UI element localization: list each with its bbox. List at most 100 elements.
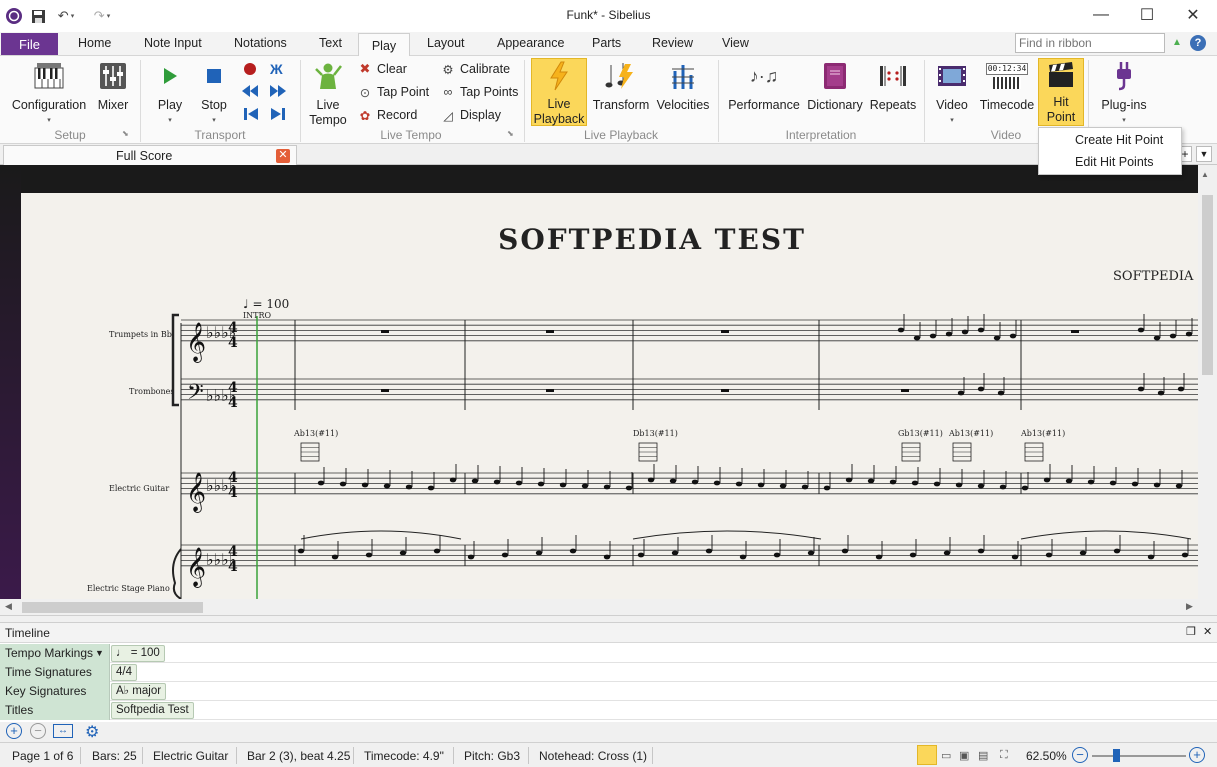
tab-home[interactable]: Home: [78, 36, 111, 50]
timeline-row[interactable]: Titles Softpedia Test: [0, 701, 1217, 720]
performance-button[interactable]: ♪·♫ Performance: [728, 60, 800, 113]
timecode-button[interactable]: 00:12:34 Timecode: [977, 60, 1037, 113]
settings-gear-icon[interactable]: ⚙: [85, 722, 99, 742]
view-mode-icon[interactable]: ▤: [978, 749, 988, 762]
vertical-scrollbar[interactable]: ▲: [1198, 165, 1217, 599]
notehead: [625, 485, 633, 491]
rehearsal-mark[interactable]: INTRO: [243, 311, 271, 320]
tab-layout[interactable]: Layout: [427, 36, 465, 50]
flexi-time-icon[interactable]: Ж: [270, 61, 283, 77]
tab-file[interactable]: File: [1, 33, 58, 55]
notehead: [691, 479, 699, 485]
transform-button[interactable]: Transform: [592, 60, 650, 113]
create-hit-point-menu-item[interactable]: Create Hit Point: [1075, 133, 1163, 147]
horizontal-scrollbar[interactable]: ◀ ▶: [0, 599, 1217, 616]
restore-panel-icon[interactable]: ❐: [1186, 625, 1196, 638]
timeline-chip[interactable]: ♩ = 100: [111, 645, 165, 662]
zoom-in-icon[interactable]: +: [6, 723, 22, 739]
timeline-chip[interactable]: 4/4: [111, 664, 137, 681]
tab-appearance[interactable]: Appearance: [497, 36, 564, 50]
notehead: [875, 554, 883, 560]
live-playback-button[interactable]: Live Playback: [531, 58, 587, 126]
notehead: [713, 480, 721, 486]
tap-point-button[interactable]: ⊙ Tap Point: [357, 83, 429, 101]
display-button[interactable]: ◿ Display: [440, 106, 501, 124]
svg-text:𝄞: 𝄞: [186, 472, 206, 513]
calibrate-button[interactable]: ⚙ Calibrate: [440, 60, 510, 78]
timeline-chip[interactable]: A♭ major: [111, 683, 167, 700]
mixer-button[interactable]: Mixer: [94, 60, 132, 113]
tab-full-score[interactable]: Full Score ✕: [3, 145, 297, 165]
zoom-in-icon[interactable]: +: [1189, 747, 1205, 763]
timeline-row[interactable]: Time Signatures 4/4: [0, 663, 1217, 682]
clear-button[interactable]: ✖ Clear: [357, 60, 407, 78]
fit-width-icon[interactable]: ↔: [53, 724, 73, 738]
dialog-launcher-icon[interactable]: ⬊: [507, 129, 514, 138]
zoom-slider-thumb[interactable]: [1113, 749, 1120, 762]
live-tempo-button[interactable]: Live Tempo: [308, 60, 348, 128]
notehead: [1177, 386, 1185, 392]
plugins-button[interactable]: Plug-ins ▾: [1096, 60, 1152, 128]
tab-list-icon[interactable]: ▼: [1196, 146, 1212, 162]
rewind-icon[interactable]: [241, 84, 259, 101]
score-page[interactable]: 𝄞 𝄢 𝄞 𝄞 ♭♭♭♭ ♭♭♭♭ ♭♭♭♭ ♭♭♭♭ 44 44 44 44 …: [21, 193, 1217, 599]
edit-hit-points-menu-item[interactable]: Edit Hit Points: [1075, 155, 1154, 169]
notehead: [637, 552, 645, 558]
record-live-tempo-button[interactable]: ✿ Record: [357, 106, 418, 124]
chord-symbol[interactable]: Db13(#11): [633, 429, 678, 438]
timeline-row[interactable]: Tempo Markings ▼ ♩ = 100: [0, 644, 1217, 663]
timeline-row[interactable]: Key Signatures A♭ major: [0, 682, 1217, 701]
chord-symbol[interactable]: Gb13(#11): [898, 429, 943, 438]
conductor-icon: [312, 60, 344, 92]
zoom-out-icon[interactable]: −: [1072, 747, 1088, 763]
view-mode-icon[interactable]: [917, 745, 937, 765]
tab-view[interactable]: View: [722, 36, 749, 50]
svg-text:4: 4: [228, 335, 238, 351]
zoom-out-icon[interactable]: −: [30, 723, 46, 739]
go-to-end-icon[interactable]: [270, 107, 286, 124]
zoom-slider[interactable]: [1092, 755, 1186, 757]
close-tab-icon[interactable]: ✕: [276, 149, 290, 163]
fast-forward-icon[interactable]: [269, 84, 287, 101]
stop-button[interactable]: Stop ▾: [197, 60, 231, 128]
tap-points-button[interactable]: ∞ Tap Points: [440, 83, 519, 101]
notehead: [427, 485, 435, 491]
notehead: [433, 548, 441, 554]
close-panel-icon[interactable]: ✕: [1203, 625, 1212, 638]
view-mode-icon[interactable]: ▣: [959, 749, 969, 762]
maximize-button[interactable]: ☐: [1124, 0, 1170, 30]
score-title[interactable]: SOFTPEDIA TEST: [21, 223, 1217, 256]
help-icon[interactable]: ?: [1190, 35, 1206, 51]
dictionary-button[interactable]: Dictionary: [805, 60, 865, 113]
dialog-launcher-icon[interactable]: ⬊: [122, 129, 129, 138]
find-in-ribbon-input[interactable]: [1015, 33, 1165, 53]
fullscreen-icon[interactable]: ⛶: [1000, 749, 1008, 762]
collapse-ribbon-icon[interactable]: ▲: [1172, 37, 1182, 48]
tab-review[interactable]: Review: [652, 36, 693, 50]
velocities-button[interactable]: Velocities: [654, 60, 712, 113]
timeline-row-label: Titles: [0, 701, 110, 720]
notehead: [405, 484, 413, 490]
tab-notations[interactable]: Notations: [234, 36, 287, 50]
chord-symbol[interactable]: Ab13(#11): [294, 429, 338, 438]
repeats-button[interactable]: Repeats: [870, 60, 916, 113]
configuration-button[interactable]: Configuration ▾: [10, 60, 88, 128]
hit-point-button[interactable]: Hit Point: [1038, 58, 1084, 126]
minimize-button[interactable]: —: [1078, 0, 1124, 30]
tab-text[interactable]: Text: [319, 36, 342, 50]
play-button[interactable]: Play ▾: [153, 60, 187, 128]
go-to-start-icon[interactable]: [243, 107, 259, 124]
tab-parts[interactable]: Parts: [592, 36, 621, 50]
notehead: [993, 335, 1001, 341]
timeline-chip[interactable]: Softpedia Test: [111, 702, 194, 719]
video-button[interactable]: Video ▾: [933, 60, 971, 128]
chord-symbol[interactable]: Ab13(#11): [949, 429, 993, 438]
view-mode-icon[interactable]: ▭: [941, 749, 951, 762]
record-icon[interactable]: [243, 62, 257, 79]
close-window-button[interactable]: ✕: [1170, 0, 1216, 30]
tab-play[interactable]: Play: [358, 33, 410, 57]
tempo-marking[interactable]: ♩ = 100: [243, 297, 289, 311]
tab-note-input[interactable]: Note Input: [144, 36, 202, 50]
chord-symbol[interactable]: Ab13(#11): [1021, 429, 1065, 438]
notehead: [1113, 548, 1121, 554]
